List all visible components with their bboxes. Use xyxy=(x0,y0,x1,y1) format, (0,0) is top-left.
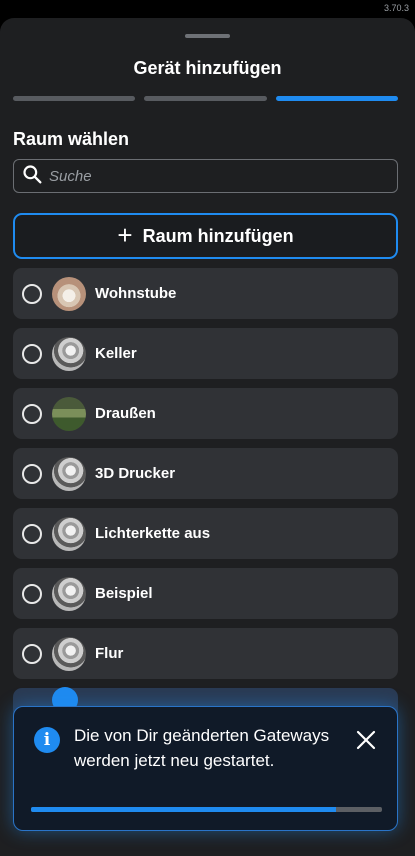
step-1 xyxy=(13,96,136,101)
section-title: Raum wählen xyxy=(13,129,130,149)
sheet-title: Gerät hinzufügen xyxy=(133,58,282,78)
search-input[interactable] xyxy=(49,167,369,185)
room-label: Flur xyxy=(95,645,124,662)
room-item[interactable]: Keller xyxy=(13,328,398,379)
add-room-label: Raum hinzufügen xyxy=(142,225,294,246)
search-icon xyxy=(22,164,42,189)
room-item[interactable]: Draußen xyxy=(13,388,398,439)
room-image xyxy=(52,456,86,491)
radio-button[interactable] xyxy=(22,283,42,304)
radio-button[interactable] xyxy=(22,343,42,364)
room-label: Beispiel xyxy=(95,585,153,602)
room-image xyxy=(52,576,86,611)
room-image xyxy=(52,276,86,311)
step-progress xyxy=(13,96,398,101)
room-label: Draußen xyxy=(95,405,156,422)
step-2 xyxy=(144,96,267,101)
info-icon: i xyxy=(34,727,60,753)
room-item[interactable]: 3D Drucker xyxy=(13,448,398,499)
room-label: Keller xyxy=(95,345,137,362)
room-image xyxy=(52,516,86,551)
toast-progress-bar xyxy=(31,807,382,812)
version-label: 3.70.3 xyxy=(383,3,409,13)
room-item[interactable]: Flur xyxy=(13,628,398,679)
room-image xyxy=(52,336,86,371)
close-icon[interactable] xyxy=(355,729,377,751)
room-item[interactable]: Wohnstube xyxy=(13,268,398,319)
radio-button[interactable] xyxy=(22,463,42,484)
room-list: Wohnstube Keller Draußen 3D Drucker Lich… xyxy=(13,268,398,737)
toast-message: Die von Dir geänderten Gateways werden j… xyxy=(74,726,330,770)
radio-button[interactable] xyxy=(22,583,42,604)
notification-toast: i Die von Dir geänderten Gateways werden… xyxy=(13,706,398,831)
room-label: 3D Drucker xyxy=(95,465,176,482)
sheet-drag-handle[interactable] xyxy=(185,34,230,38)
search-box[interactable] xyxy=(13,159,398,193)
radio-button[interactable] xyxy=(22,643,42,664)
add-room-button[interactable]: + Raum hinzufügen xyxy=(13,213,398,259)
room-label: Lichterkette aus xyxy=(95,525,211,542)
plus-icon: + xyxy=(117,219,133,250)
radio-button[interactable] xyxy=(22,523,42,544)
room-item[interactable]: Beispiel xyxy=(13,568,398,619)
toast-progress-fill xyxy=(31,807,337,812)
room-image xyxy=(52,396,86,431)
room-item[interactable]: Lichterkette aus xyxy=(13,508,398,559)
room-label: Wohnstube xyxy=(95,285,177,302)
radio-button[interactable] xyxy=(22,403,42,424)
step-3 xyxy=(275,96,398,101)
room-image xyxy=(52,636,86,671)
